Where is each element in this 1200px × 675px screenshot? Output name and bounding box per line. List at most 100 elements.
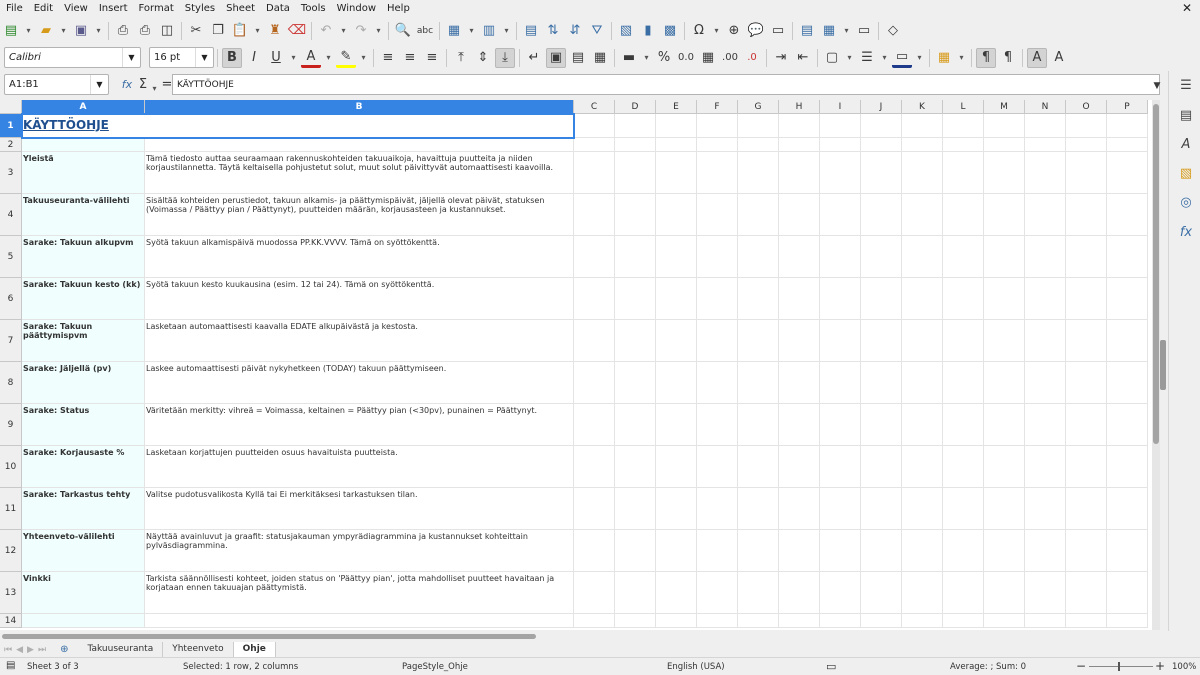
cell-b[interactable]: Näyttää avainluvut ja graafit: statusjak… <box>145 530 574 572</box>
cell-empty[interactable] <box>574 114 615 138</box>
cell-empty[interactable] <box>1025 488 1066 530</box>
cell-empty[interactable] <box>779 614 820 628</box>
menu-styles[interactable]: Styles <box>179 0 220 17</box>
paste-dropdown-icon[interactable]: ▾ <box>252 21 263 41</box>
cell-empty[interactable] <box>574 138 615 152</box>
cell-empty[interactable] <box>943 152 984 194</box>
print-icon[interactable]: ⎙ <box>135 21 155 41</box>
menu-insert[interactable]: Insert <box>93 0 133 17</box>
cell-empty[interactable] <box>1025 572 1066 614</box>
sheet-tab-yhteenveto[interactable]: Yhteenveto <box>163 642 234 657</box>
cell-empty[interactable] <box>574 320 615 362</box>
font-name-combo[interactable]: Calibri ▼ <box>4 47 141 68</box>
cell-a[interactable]: Sarake: Status <box>22 404 145 446</box>
cell-empty[interactable] <box>820 572 861 614</box>
cell-empty[interactable] <box>656 446 697 488</box>
cell-empty[interactable] <box>697 614 738 628</box>
cell-empty[interactable] <box>1107 278 1148 320</box>
cell-empty[interactable] <box>861 320 902 362</box>
cell-b[interactable]: Syötä takuun alkamispäivä muodossa PP.KK… <box>145 236 574 278</box>
column-header-b[interactable]: B <box>145 100 574 114</box>
cell-empty[interactable] <box>902 488 943 530</box>
cell-a[interactable]: Takuuseuranta-välilehti <box>22 194 145 236</box>
cell-empty[interactable] <box>820 138 861 152</box>
row-header[interactable]: 8 <box>0 362 22 404</box>
cell-empty[interactable] <box>861 278 902 320</box>
cell-empty[interactable] <box>1107 236 1148 278</box>
menu-view[interactable]: View <box>58 0 93 17</box>
cell-empty[interactable] <box>1066 614 1107 628</box>
cell-empty[interactable] <box>984 614 1025 628</box>
cell-empty[interactable] <box>656 404 697 446</box>
row-header[interactable]: 11 <box>0 488 22 530</box>
cell-b[interactable]: Laskee automaattisesti päivät nykyhetkee… <box>145 362 574 404</box>
cell-empty[interactable] <box>943 446 984 488</box>
cell-empty[interactable] <box>984 152 1025 194</box>
row-header[interactable]: 7 <box>0 320 22 362</box>
column-header-a[interactable]: A <box>22 100 145 114</box>
column-header-j[interactable]: J <box>861 100 902 114</box>
cell-a[interactable]: Yhteenveto-välilehti <box>22 530 145 572</box>
currency-icon[interactable]: ▬ <box>619 48 639 68</box>
cell-empty[interactable] <box>1107 152 1148 194</box>
cell-empty[interactable] <box>1107 362 1148 404</box>
next-sheet-icon[interactable]: ▶ <box>27 645 34 655</box>
cell-empty[interactable] <box>656 530 697 572</box>
cell-empty[interactable] <box>1066 530 1107 572</box>
column-header-p[interactable]: P <box>1107 100 1148 114</box>
insert-chart-icon[interactable]: ▮ <box>638 21 658 41</box>
cell-empty[interactable] <box>574 446 615 488</box>
percent-icon[interactable]: % <box>654 48 674 68</box>
cell-empty[interactable] <box>943 488 984 530</box>
cell-empty[interactable] <box>779 530 820 572</box>
conditional-format-icon[interactable]: ▦ <box>934 48 954 68</box>
sidebar-menu-icon[interactable]: ☰ <box>1175 74 1197 96</box>
clear-formatting-icon[interactable]: ⌫ <box>287 21 307 41</box>
expand-formula-bar-icon[interactable]: ▼ <box>1147 76 1167 96</box>
undo-dropdown-icon[interactable]: ▾ <box>338 21 349 41</box>
cell-empty[interactable] <box>820 488 861 530</box>
column-header-g[interactable]: G <box>738 100 779 114</box>
cell-empty[interactable] <box>943 404 984 446</box>
wrap-text-icon[interactable]: ↵ <box>524 48 544 68</box>
row-header[interactable]: 12 <box>0 530 22 572</box>
cell-empty[interactable] <box>1066 152 1107 194</box>
row-header[interactable]: 3 <box>0 152 22 194</box>
status-pagestyle[interactable]: PageStyle_Ohje <box>402 662 468 672</box>
cell-empty[interactable] <box>574 194 615 236</box>
cell-a[interactable]: Sarake: Korjausaste % <box>22 446 145 488</box>
cell-empty[interactable] <box>697 488 738 530</box>
status-zoom[interactable]: 100% <box>1172 662 1196 672</box>
cell-empty[interactable] <box>861 152 902 194</box>
redo-dropdown-icon[interactable]: ▾ <box>373 21 384 41</box>
column-icon[interactable]: ▥ <box>479 21 499 41</box>
spreadsheet-grid[interactable]: A B C D E F G H I J K L M N O P 1 KÄYTTÖOHJE 2 3 Yleistä Tämä… <box>0 100 1152 630</box>
cell-empty[interactable] <box>779 362 820 404</box>
comment-icon[interactable]: 💬 <box>746 21 766 41</box>
headers-icon[interactable]: ▤ <box>521 21 541 41</box>
cell-empty[interactable] <box>943 138 984 152</box>
cell-empty[interactable] <box>984 114 1025 138</box>
special-character-icon[interactable]: Ω <box>689 21 709 41</box>
font-size-dropdown-icon[interactable]: ▼ <box>195 48 213 67</box>
font-color-dropdown-icon[interactable]: ▾ <box>323 48 334 68</box>
cell-empty[interactable] <box>820 236 861 278</box>
cell-empty[interactable] <box>697 362 738 404</box>
zoom-out-icon[interactable]: − <box>1076 659 1086 673</box>
font-size-combo[interactable]: 16 pt ▼ <box>149 47 214 68</box>
cell-empty[interactable] <box>779 572 820 614</box>
cell-empty[interactable] <box>943 530 984 572</box>
cell-empty[interactable] <box>779 236 820 278</box>
row-dropdown-icon[interactable]: ▾ <box>466 21 477 41</box>
highlight-color-icon[interactable]: ✎ <box>336 48 356 68</box>
cell-empty[interactable] <box>902 194 943 236</box>
spelling-icon[interactable]: abc <box>415 21 435 41</box>
menu-help[interactable]: Help <box>381 0 415 17</box>
add-decimal-icon[interactable]: .00 <box>720 48 740 68</box>
highlight-dropdown-icon[interactable]: ▾ <box>358 48 369 68</box>
date-format-icon[interactable]: ▦ <box>698 48 718 68</box>
cell-empty[interactable] <box>984 572 1025 614</box>
selection-mode-icon[interactable]: ▭ <box>826 660 836 673</box>
cell-empty[interactable] <box>861 362 902 404</box>
column-header-l[interactable]: L <box>943 100 984 114</box>
